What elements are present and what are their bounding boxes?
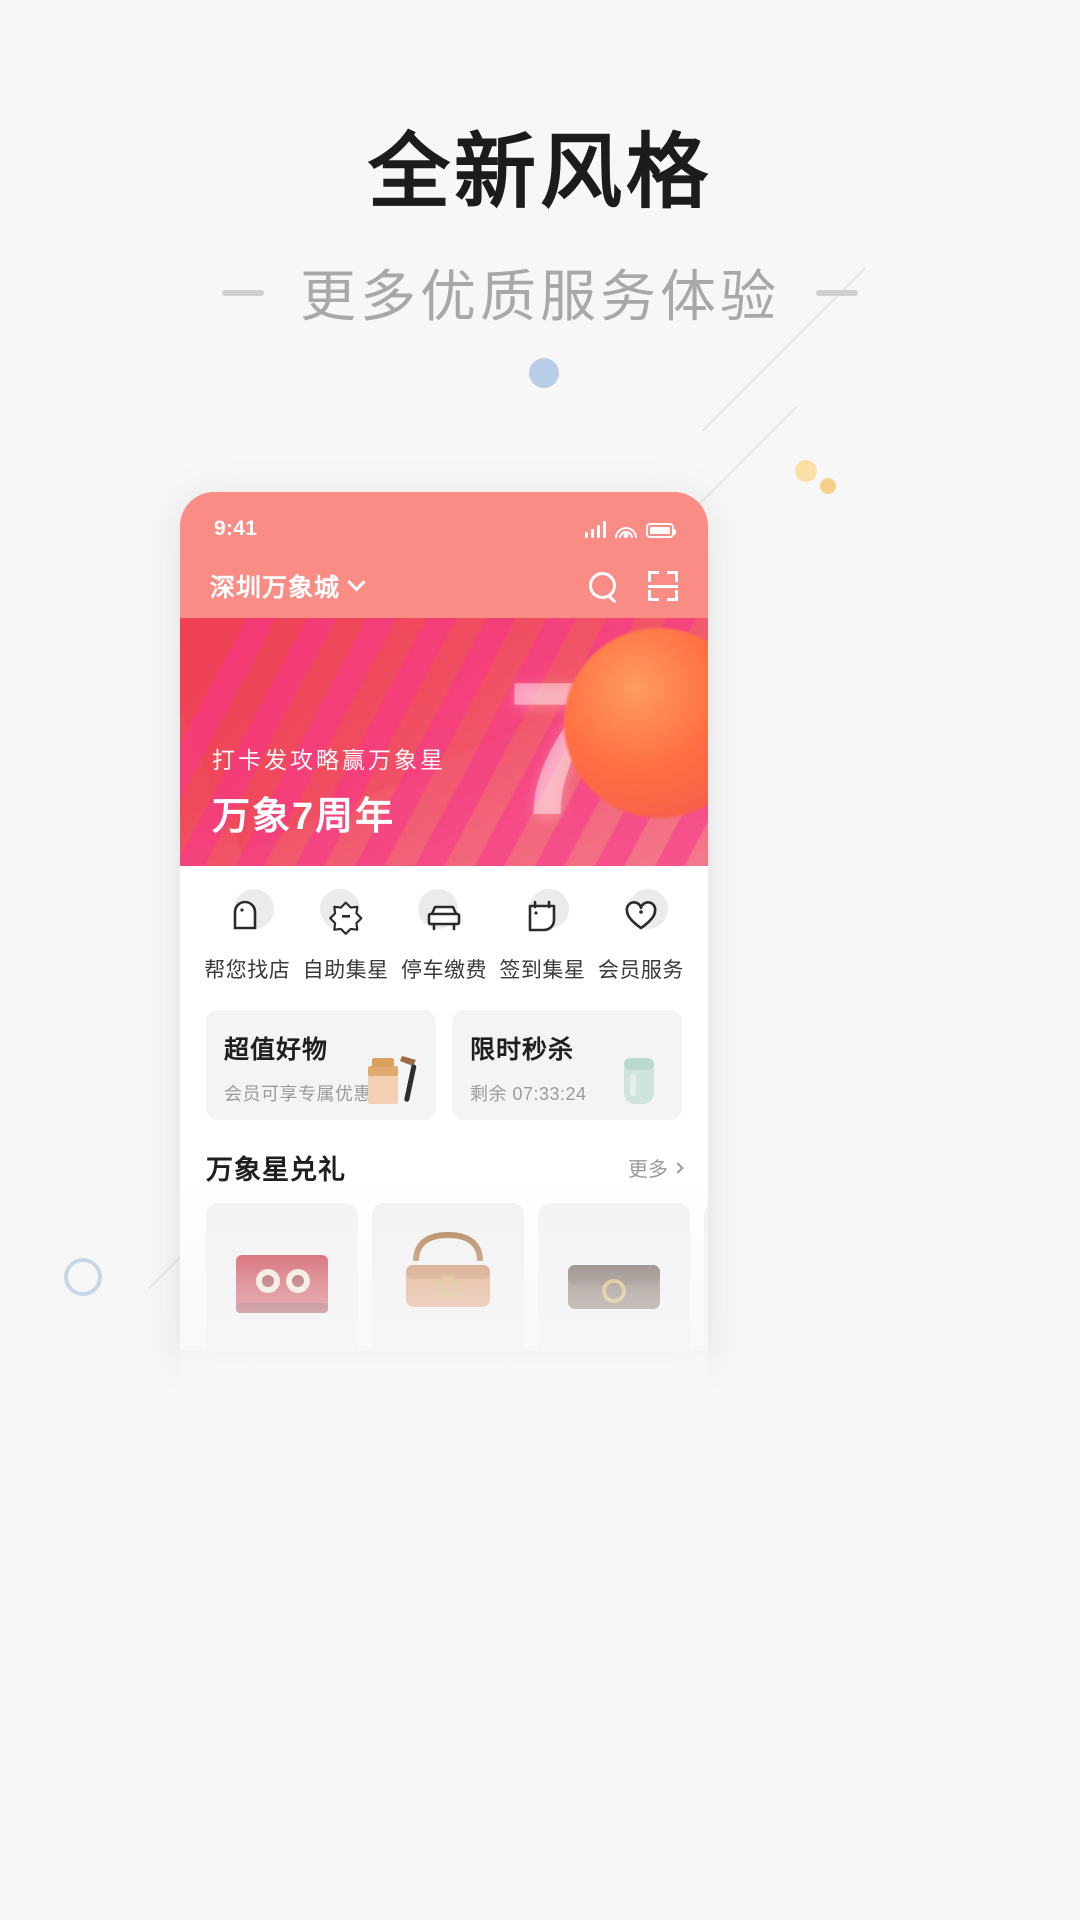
location-label: 深圳万象城	[210, 574, 341, 602]
store-tag-icon	[223, 889, 275, 940]
gift-card[interactable]: Coach | SWEETIE 400000 万象星	[206, 1203, 358, 1350]
quick-action-parking[interactable]: 停车缴费	[395, 889, 493, 984]
battery-icon	[646, 522, 676, 538]
quick-action-label: 会员服务	[597, 959, 684, 982]
wifi-icon	[615, 522, 637, 538]
quick-actions-row: 帮您找店 自助集星 停车缴费 签到集星 会员服务	[180, 866, 708, 1004]
quick-action-checkin[interactable]: 签到集星	[493, 889, 591, 984]
diagonal-line-mid-right	[690, 405, 798, 514]
anniversary-banner[interactable]: 7 打卡发攻略赢万象星 万象7周年	[180, 618, 708, 866]
red-card-case	[236, 1255, 328, 1313]
jar-icon	[624, 1058, 654, 1104]
gift-section-header: 万象星兑礼 更多	[180, 1120, 708, 1203]
page-subtitle: 更多优质服务体验	[300, 265, 780, 328]
gift-card-row: Coach | SWEETIE 400000 万象星 Coach | SOFT …	[180, 1203, 708, 1350]
status-bar-indicators	[584, 520, 676, 538]
quick-action-label: 帮您找店	[204, 959, 291, 982]
promo-card-row: 超值好物 会员可享专属优惠 限时秒杀 剩余 07:33:24	[180, 1004, 708, 1120]
quick-action-label: 自助集星	[302, 959, 389, 982]
gift-section-title: 万象星兑礼	[206, 1155, 346, 1185]
subtitle-row: 更多优质服务体验	[0, 252, 1080, 333]
promo-card-flashsale[interactable]: 限时秒杀 剩余 07:33:24	[452, 1010, 682, 1120]
banner-subtitle: 打卡发攻略赢万象星	[212, 747, 446, 773]
page-headline: 全新风格	[367, 127, 712, 218]
quick-action-membership[interactable]: 会员服务	[592, 889, 690, 984]
quick-action-label: 签到集星	[499, 959, 586, 982]
gift-more-label: 更多	[628, 1159, 668, 1181]
star-burst-icon	[319, 889, 370, 940]
dot-blue	[529, 358, 559, 388]
app-navbar: 深圳万象城	[180, 554, 708, 618]
gift-card[interactable]: Coach | 明星同... 1413677 万象星	[538, 1203, 690, 1350]
quick-action-self-star[interactable]: 自助集星	[296, 889, 394, 984]
gift-thumbnail	[704, 1203, 708, 1350]
calendar-check-icon	[518, 889, 570, 940]
tan-shoulder-bag	[406, 1231, 490, 1307]
chevron-down-icon	[347, 572, 366, 591]
chevron-right-icon	[672, 1161, 684, 1174]
banner-text-block: 打卡发攻略赢万象星 万象7周年	[212, 741, 446, 840]
car-icon	[418, 889, 468, 940]
dot-yellow-small	[820, 478, 836, 494]
gift-thumbnail	[372, 1203, 524, 1350]
navbar-actions	[588, 571, 678, 601]
signal-bars-icon	[584, 520, 606, 538]
ring-outline	[64, 1258, 102, 1296]
gift-thumbnail	[206, 1203, 358, 1350]
promo-card-deals[interactable]: 超值好物 会员可享专属优惠	[206, 1010, 436, 1120]
heart-member-icon	[617, 889, 668, 940]
brown-flap-bag	[568, 1265, 660, 1309]
location-selector[interactable]: 深圳万象城	[210, 568, 366, 604]
dash-right	[816, 289, 858, 296]
status-bar-time: 9:41	[214, 517, 258, 540]
quick-action-find-store[interactable]: 帮您找店	[198, 889, 296, 984]
gift-thumbnail	[538, 1203, 690, 1350]
gift-more-link[interactable]: 更多	[628, 1153, 684, 1182]
dash-left	[222, 289, 264, 296]
dot-yellow-large	[795, 460, 817, 482]
scan-icon[interactable]	[648, 571, 678, 601]
quick-action-label: 停车缴费	[401, 959, 488, 982]
cosmetics-icon	[368, 1056, 417, 1104]
gift-card[interactable]: Coach | SOFT ... 1213677 万象星	[372, 1203, 524, 1350]
banner-title: 万象7周年	[212, 796, 396, 838]
phone-mockup: 9:41 深圳万象城 7 打卡发攻略赢万象星 万象7周年 帮您找店 自助集星 停…	[180, 492, 708, 1350]
search-icon[interactable]	[588, 571, 618, 601]
gift-card-partial[interactable]	[704, 1203, 708, 1350]
status-bar: 9:41	[180, 492, 708, 554]
